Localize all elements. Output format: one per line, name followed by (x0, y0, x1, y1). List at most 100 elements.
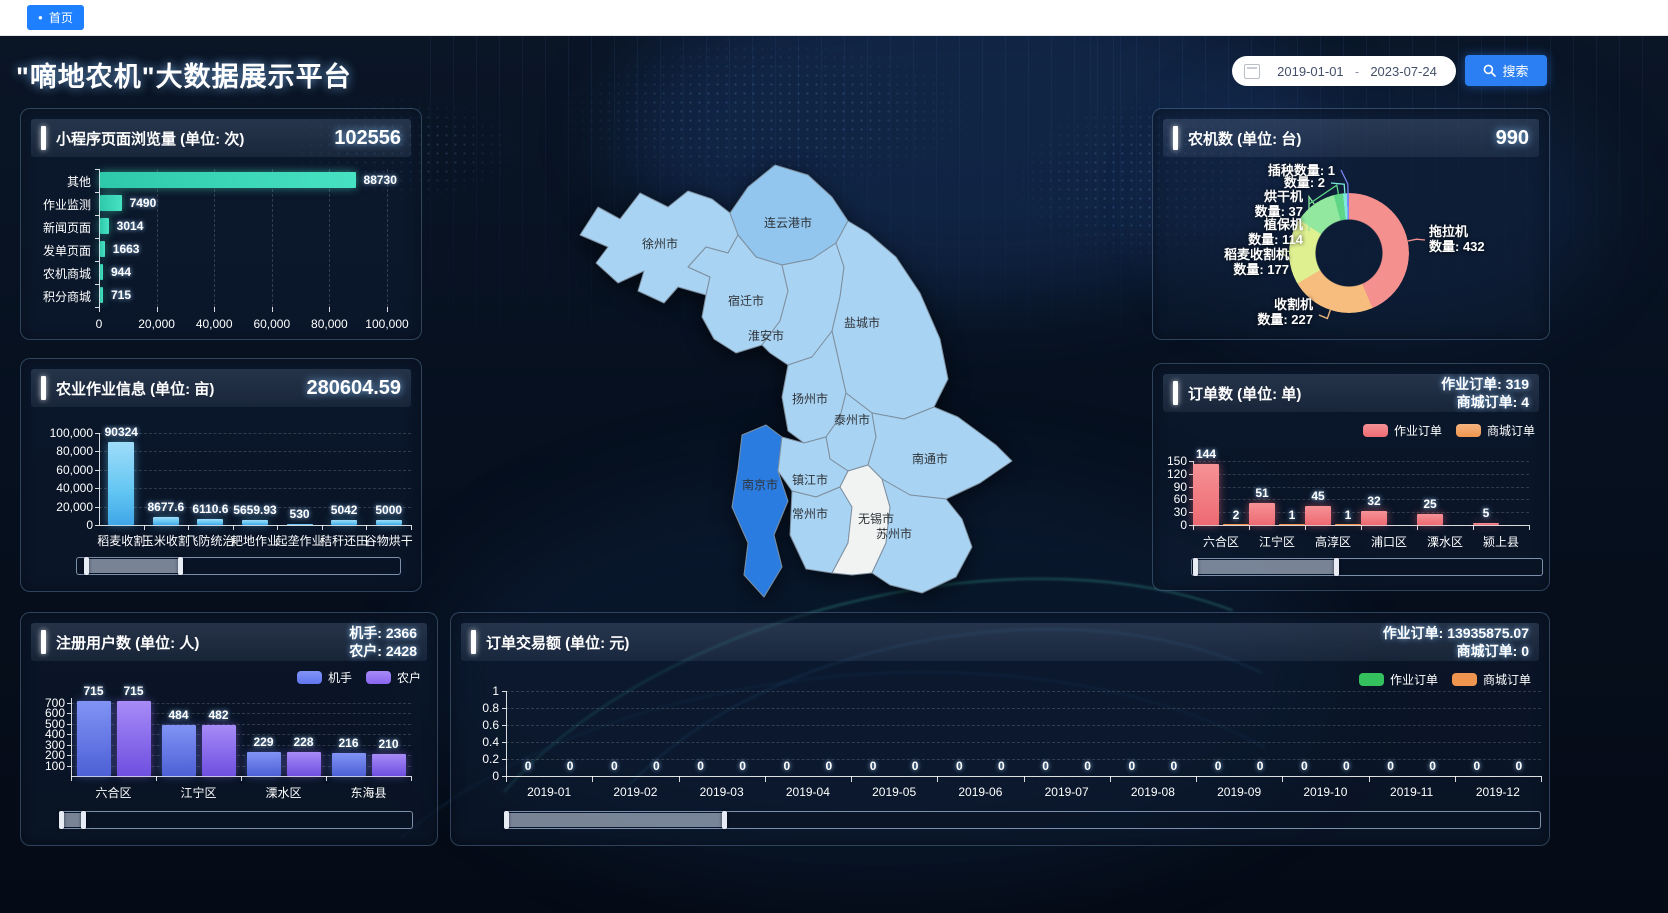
map-city-label: 泰州市 (834, 412, 870, 427)
donut-label-line: 稻麦收割机 (1153, 247, 1289, 262)
datazoom-handle-right[interactable] (1334, 558, 1339, 576)
datazoom-handle-right[interactable] (178, 557, 183, 575)
datazoom-window[interactable] (1196, 560, 1336, 574)
axis-tick (1473, 525, 1474, 530)
tab-home[interactable]: ● 首页 (27, 5, 84, 30)
point-value-label: 0 (1162, 759, 1186, 773)
donut-label-line: 数量: 227 (1163, 312, 1313, 327)
datazoom-handle-right[interactable] (722, 811, 727, 829)
donut-slice-label: 烘干机数量: 37 (1171, 189, 1303, 220)
point-value-label: 0 (1507, 759, 1531, 773)
panel-transactions-header: 订单交易额 (单位: 元) 作业订单: 13935875.07 商城订单: 0 (461, 623, 1539, 661)
data-bar (153, 517, 179, 525)
map-city-label: 盐城市 (844, 315, 880, 330)
x-tick-label: 20,000 (129, 317, 185, 331)
map-city-label: 南京市 (742, 477, 778, 492)
orders-datazoom[interactable] (1191, 558, 1543, 576)
legend-item-work-amount[interactable]: 作业订单 (1359, 671, 1438, 688)
search-button-label: 搜索 (1502, 61, 1528, 80)
bar-category-label: 浦口区 (1359, 533, 1419, 550)
axis-tick (679, 776, 680, 782)
tab-home-label: 首页 (49, 9, 73, 26)
datazoom-window[interactable] (87, 559, 181, 573)
donut-label-line: 数量: 114 (1171, 232, 1303, 247)
point-value-label: 0 (558, 759, 582, 773)
bar-category-label: 积分商城 (21, 288, 91, 305)
calendar-icon (1244, 64, 1260, 79)
grid-line (329, 169, 330, 307)
axis-tick (1193, 525, 1194, 530)
datazoom-window[interactable] (507, 813, 724, 827)
legend-label: 作业订单 (1390, 671, 1438, 688)
axis-tick (1249, 525, 1250, 530)
x-tick-label: 2019-05 (860, 785, 928, 799)
bar-value-label: 45 (1291, 489, 1345, 503)
data-bar (202, 725, 236, 776)
axis-tick (95, 261, 99, 262)
point-value-label: 0 (989, 759, 1013, 773)
transactions-datazoom[interactable] (506, 811, 1541, 829)
date-range-picker[interactable]: 2019-01-01 - 2023-07-24 (1232, 56, 1456, 86)
jiangsu-map[interactable]: 徐州市连云港市宿迁市淮安市盐城市扬州市泰州市南通市南京市镇江市常州市无锡市苏州市 (560, 130, 1060, 610)
y-tick-label: 0.2 (461, 752, 499, 766)
datazoom-handle-left[interactable] (1193, 558, 1198, 576)
x-tick-label: 2019-10 (1291, 785, 1359, 799)
data-bar (100, 264, 103, 280)
grid-line (1193, 461, 1529, 462)
y-axis-line (506, 691, 507, 776)
donut-ring (1289, 193, 1409, 313)
x-tick-label: 2019-09 (1205, 785, 1273, 799)
header-accent-bar (1173, 381, 1178, 405)
browser-tab-bar: ● 首页 (0, 0, 1668, 36)
datazoom-handle-left[interactable] (84, 557, 89, 575)
data-bar (197, 519, 223, 525)
point-value-label: 0 (861, 759, 885, 773)
y-tick-label: 0 (21, 518, 93, 532)
axis-tick (322, 525, 323, 530)
y-tick-label: 0 (461, 769, 499, 783)
y-tick-label: 1 (461, 684, 499, 698)
y-tick-label: 60 (1153, 492, 1187, 506)
date-end-input[interactable]: 2023-07-24 (1363, 64, 1444, 79)
transactions-legend[interactable]: 作业订单 商城订单 (1359, 671, 1531, 688)
axis-tick (411, 525, 412, 530)
datazoom-handle-left[interactable] (59, 811, 64, 829)
datazoom-window[interactable] (62, 813, 83, 827)
axis-tick (937, 776, 938, 782)
grid-line (99, 451, 411, 452)
search-button[interactable]: 搜索 (1465, 55, 1547, 86)
x-tick-label: 2019-02 (601, 785, 669, 799)
users-datazoom[interactable] (61, 811, 413, 829)
x-tick-label: 2019-07 (1033, 785, 1101, 799)
bar-category-label: 新闻页面 (21, 219, 91, 236)
point-value-label: 0 (602, 759, 626, 773)
data-bar (117, 701, 151, 776)
point-value-label: 0 (947, 759, 971, 773)
donut-slice-label: 拖拉机数量: 432 (1429, 224, 1541, 255)
stat-work-amount: 作业订单: 13935875.07 (1383, 624, 1529, 642)
y-tick-label: 0.8 (461, 701, 499, 715)
map-region-nanjing[interactable] (732, 425, 788, 597)
x-tick-label: 2019-01 (515, 785, 583, 799)
donut-label-line: 数量: 432 (1429, 239, 1541, 254)
data-bar (1335, 524, 1361, 526)
datazoom-handle-right[interactable] (81, 811, 86, 829)
axis-tick (1024, 776, 1025, 782)
date-start-input[interactable]: 2019-01-01 (1270, 64, 1351, 79)
point-value-label: 0 (516, 759, 540, 773)
datazoom-handle-left[interactable] (504, 811, 509, 829)
date-separator: - (1351, 64, 1363, 79)
machines-donut-chart: 拖拉机数量: 432收割机数量: 227稻麦收割机数量: 177植保机数量: 1… (1153, 109, 1549, 339)
point-value-label: 0 (1076, 759, 1100, 773)
y-tick-label: 700 (21, 696, 65, 710)
y-tick-label: 100,000 (21, 426, 93, 440)
legend-item-mall-amount[interactable]: 商城订单 (1452, 671, 1531, 688)
bar-value-label: 90324 (87, 425, 155, 439)
axis-tick (592, 776, 593, 782)
donut-slice-label: 植保机数量: 114 (1171, 217, 1303, 248)
point-value-label: 0 (817, 759, 841, 773)
tab-active-dot: ● (38, 14, 43, 22)
bar-category-label: 高淳区 (1303, 533, 1363, 550)
x-tick-label: 2019-12 (1464, 785, 1532, 799)
farming-datazoom[interactable] (76, 557, 401, 575)
